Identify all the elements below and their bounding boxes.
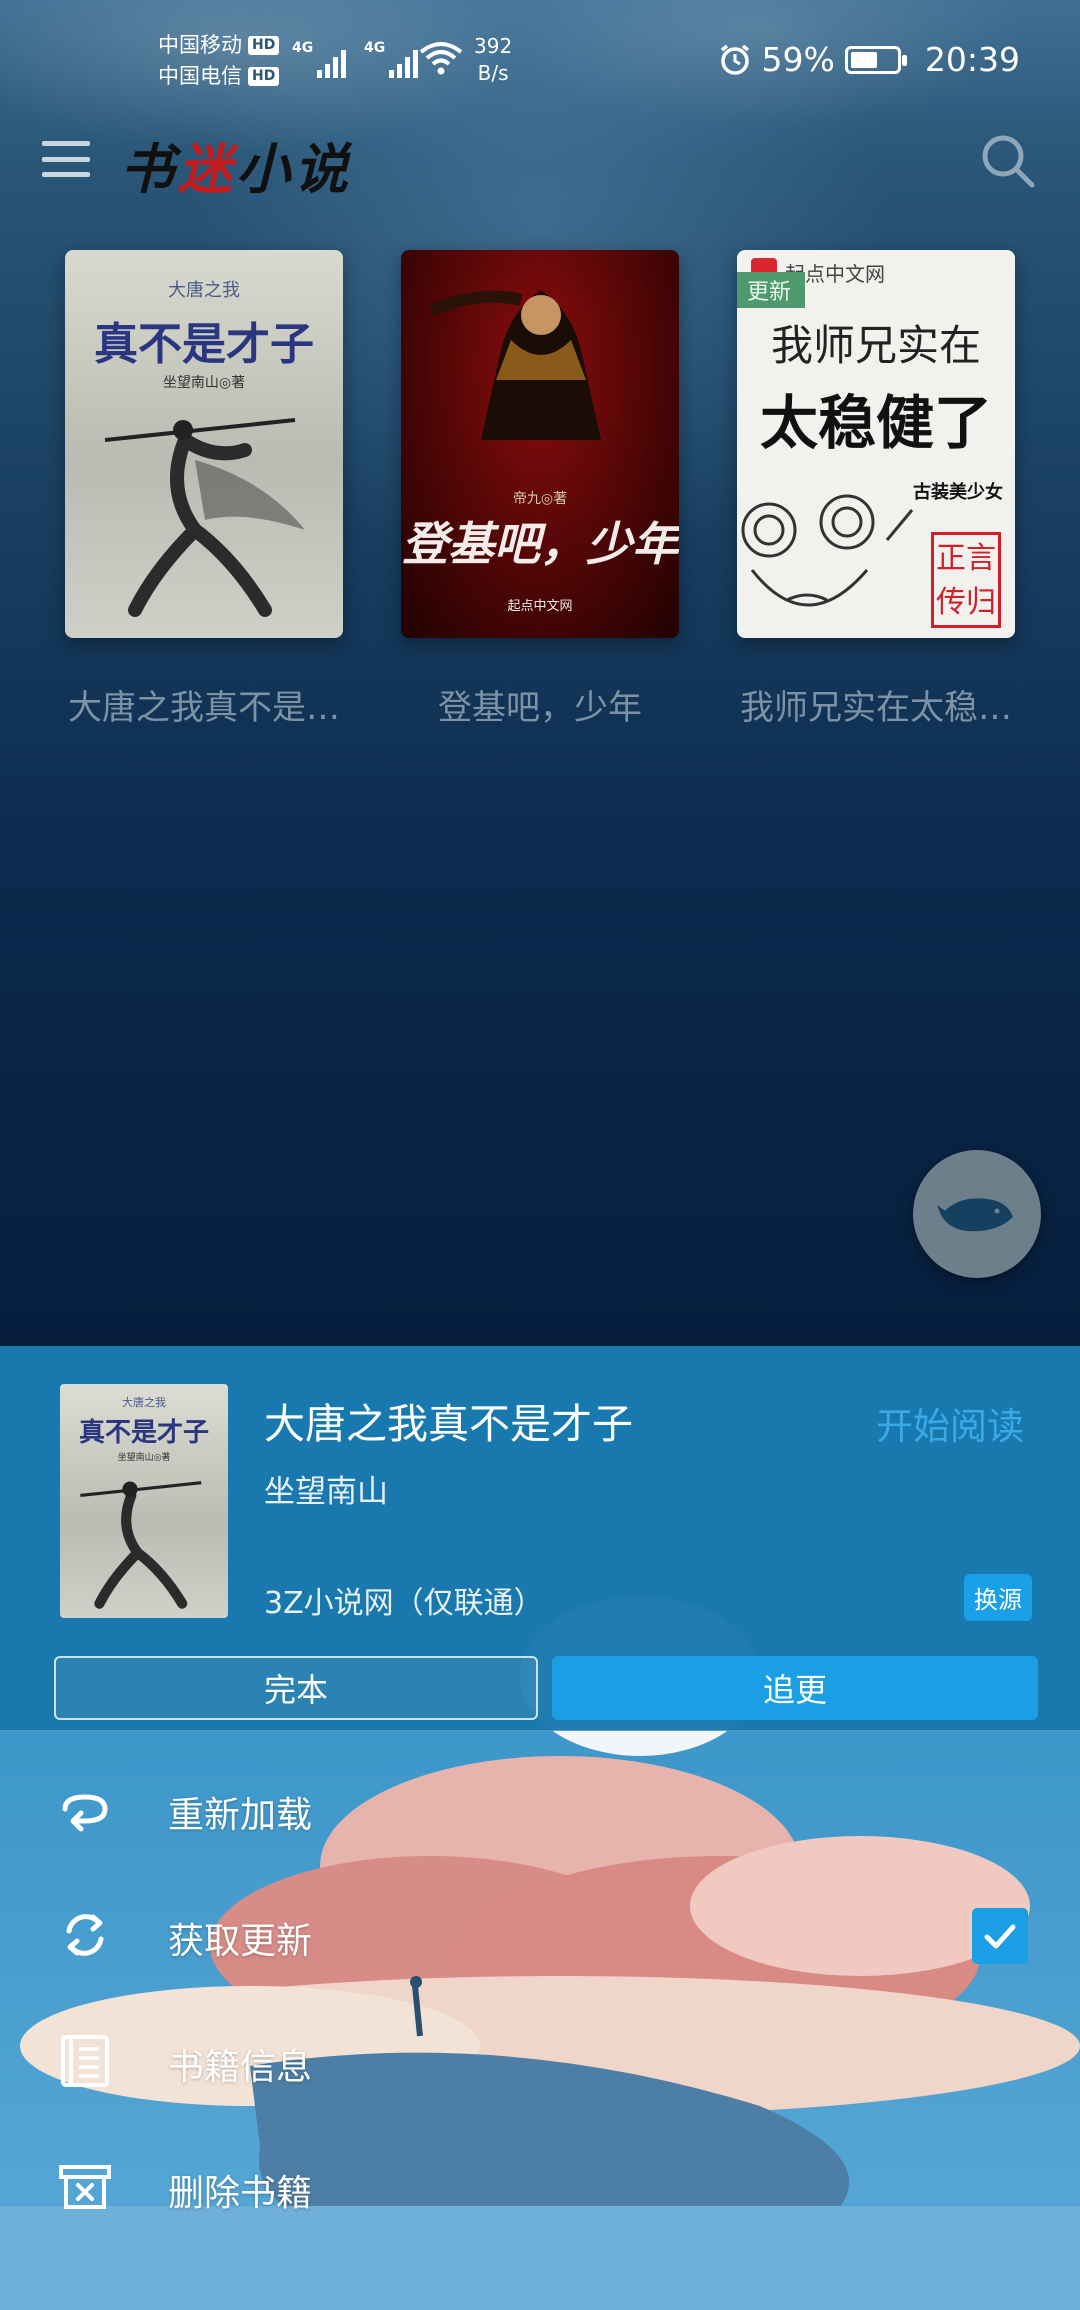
book-card[interactable]: 大唐之我 真不是才子 坐望南山◎著 大唐之我真不是… — [65, 250, 343, 728]
network-type-label: 4G — [292, 40, 314, 56]
cover-title: 真不是才子 — [78, 1418, 209, 1448]
book-cover[interactable]: 帝九◎著 登基吧，少年 起点中文网 — [401, 250, 679, 638]
whale-fab-button[interactable] — [913, 1150, 1041, 1278]
wifi-icon — [419, 42, 463, 75]
get-updates-checkbox[interactable] — [972, 1908, 1028, 1964]
book-title[interactable]: 登基吧，少年 — [391, 680, 689, 729]
system-indicators: 59% 20:39 — [718, 40, 1020, 79]
action-label: 获取更新 — [168, 1921, 313, 1962]
reload-icon — [52, 1776, 118, 1842]
cover-title-line1: 我师兄实在 — [770, 321, 981, 370]
app-logo: 书迷小说 — [120, 125, 352, 204]
logo-char: 书 — [120, 137, 178, 201]
book-card[interactable]: 起点中文网 更新 我师兄实在 太稳健了 古装美少女 正言传归 我师兄实在太稳… — [737, 250, 1015, 728]
sheet-header: 大唐之我 真不是才子 坐望南山◎著 大唐之我真不是才子 坐望南山 3Z小说网（仅… — [0, 1346, 1080, 1731]
carrier-1-label: 中国移动 — [158, 33, 242, 57]
book-card[interactable]: 帝九◎著 登基吧，少年 起点中文网 登基吧，少年 — [401, 250, 679, 728]
tab-follow-updates[interactable]: 追更 — [552, 1656, 1038, 1720]
delete-box-icon — [52, 2154, 118, 2220]
sheet-book-author: 坐望南山 — [264, 1474, 388, 1510]
action-reload[interactable]: 重新加载 — [0, 1746, 1080, 1872]
hd-badge: HD — [248, 36, 280, 55]
action-book-info[interactable]: 书籍信息 — [0, 1998, 1080, 2124]
cover-title-line2: 太稳健了 — [759, 389, 992, 457]
signal-strength-icon: 4G — [364, 40, 418, 78]
book-options-sheet: 大唐之我 真不是才子 坐望南山◎著 大唐之我真不是才子 坐望南山 3Z小说网（仅… — [0, 1346, 1080, 2310]
sheet-book-cover: 大唐之我 真不是才子 坐望南山◎著 — [60, 1384, 228, 1618]
hamburger-menu-icon[interactable] — [42, 135, 90, 183]
sheet-book-title: 大唐之我真不是才子 — [264, 1400, 633, 1448]
cover-author: 坐望南山◎著 — [162, 375, 246, 391]
network-speed: 392 B/s — [474, 33, 512, 87]
action-label: 书籍信息 — [168, 2047, 313, 2088]
book-title[interactable]: 大唐之我真不是… — [55, 680, 353, 729]
sheet-book-source: 3Z小说网（仅联通） — [264, 1586, 544, 1621]
network-type-label: 4G — [364, 40, 386, 56]
cover-publisher: 起点中文网 — [507, 599, 573, 614]
start-reading-button[interactable]: 开始阅读 — [876, 1396, 1024, 1450]
search-icon[interactable] — [978, 131, 1038, 191]
checkmark-icon — [984, 1924, 1016, 1949]
carrier-info: 中国移动 HD 中国电信 HD — [158, 30, 280, 92]
cover-title: 登基吧，少年 — [402, 517, 678, 571]
book-cover[interactable]: 起点中文网 更新 我师兄实在 太稳健了 古装美少女 正言传归 — [737, 250, 1015, 638]
tab-finished[interactable]: 完本 — [54, 1656, 538, 1720]
signal-strength-icon: 4G — [292, 40, 346, 78]
logo-char-red: 迷 — [178, 137, 236, 201]
net-speed-value: 392 — [474, 34, 513, 58]
action-get-updates[interactable]: 获取更新 — [0, 1872, 1080, 1998]
warrior-illustration — [428, 290, 601, 440]
action-label: 重新加载 — [168, 1795, 313, 1836]
swordsman-illustration — [80, 1481, 202, 1609]
action-label: 删除书籍 — [168, 2173, 313, 2214]
cover-series: 大唐之我 — [168, 280, 240, 301]
alarm-icon — [720, 44, 749, 75]
cover-title: 真不是才子 — [94, 319, 314, 370]
whale-icon — [937, 1198, 1013, 1232]
logo-text: 小说 — [236, 137, 352, 201]
sync-icon — [52, 1902, 118, 1968]
book-title[interactable]: 我师兄实在太稳… — [727, 680, 1025, 729]
battery-percent: 59% — [761, 40, 835, 79]
cover-author: 坐望南山◎著 — [117, 1453, 171, 1463]
signal-indicators: 4G 4G — [292, 40, 418, 78]
cover-series: 大唐之我 — [122, 1396, 166, 1409]
cover-author: 帝九◎著 — [512, 491, 568, 507]
battery-icon — [844, 45, 907, 74]
clock: 20:39 — [924, 40, 1020, 79]
swordsman-illustration — [104, 418, 305, 617]
cover-seal: 正言传归 — [931, 532, 1001, 628]
book-info-icon — [52, 2028, 118, 2094]
change-source-button[interactable]: 换源 — [964, 1574, 1032, 1621]
carrier-2-label: 中国电信 — [158, 64, 242, 88]
app-bar: 书迷小说 — [0, 125, 1080, 215]
update-badge: 更新 — [737, 272, 806, 308]
book-cover[interactable]: 大唐之我 真不是才子 坐望南山◎著 — [65, 250, 343, 638]
hd-badge: HD — [248, 67, 280, 86]
net-speed-unit: B/s — [477, 61, 509, 85]
action-delete-book[interactable]: 删除书籍 — [0, 2124, 1080, 2250]
status-bar: 中国移动 HD 中国电信 HD 4G 4G 392 B/s 59% 20:39 — [0, 0, 1080, 125]
